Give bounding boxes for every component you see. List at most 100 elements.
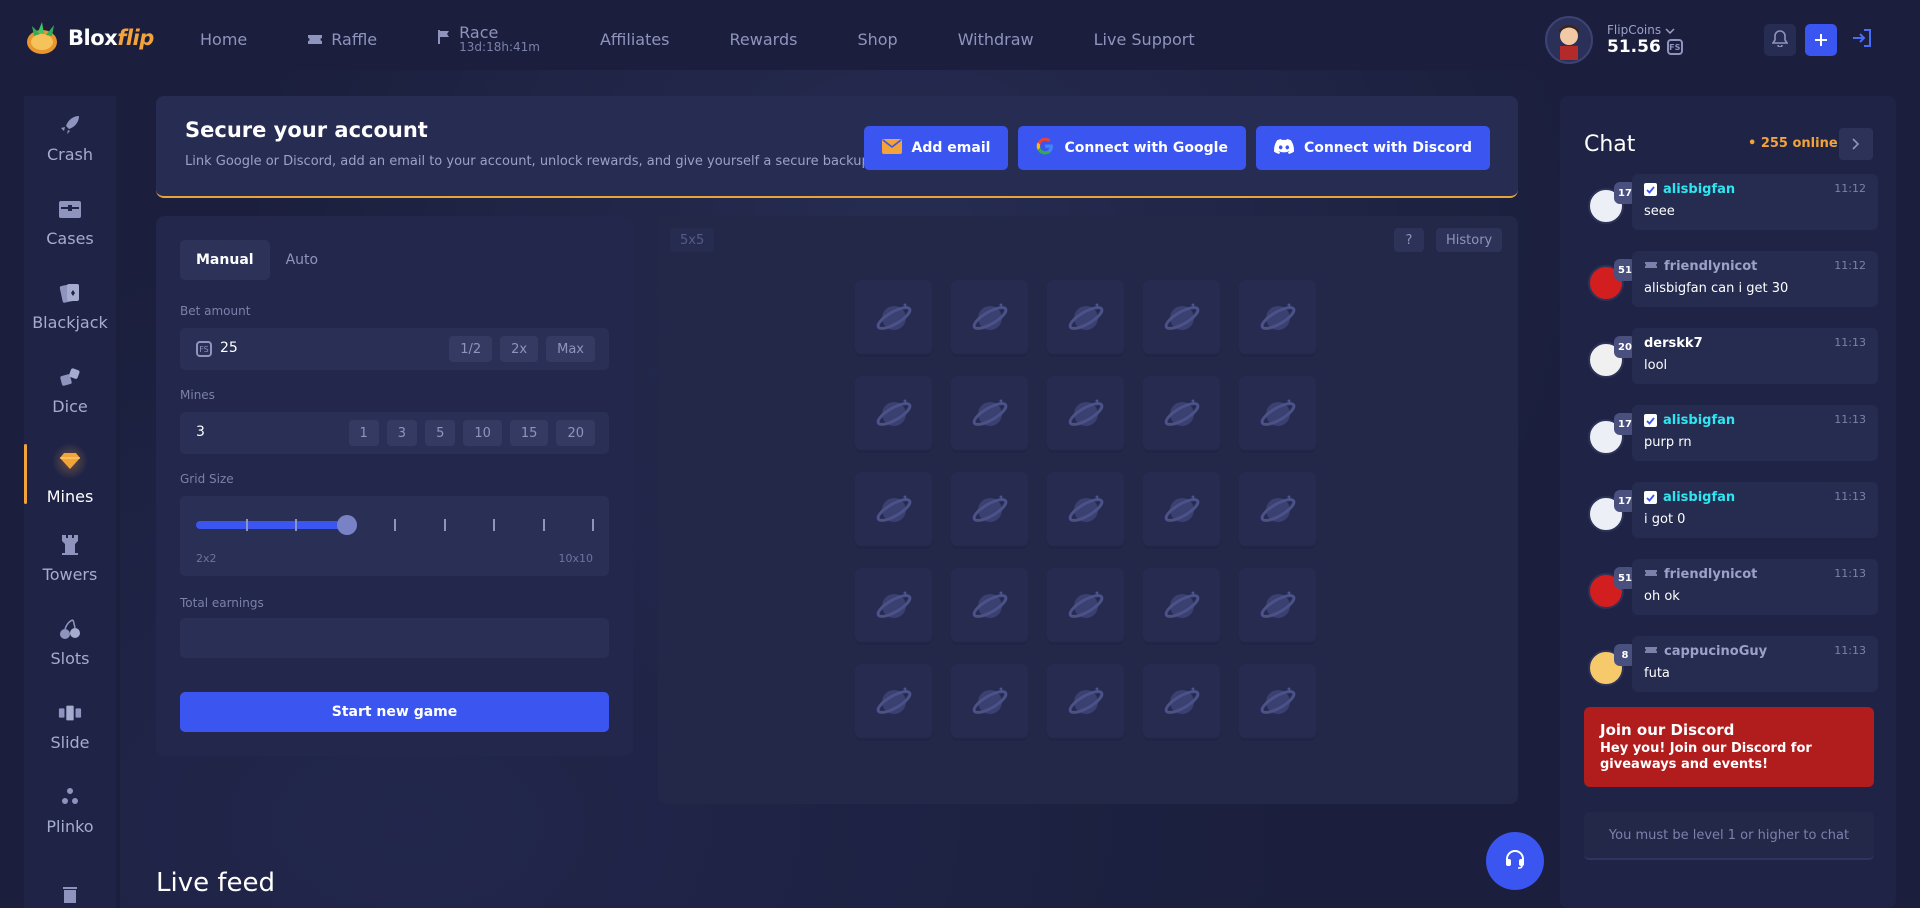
brand-logo[interactable]: Bloxflip: [24, 20, 154, 56]
mine-tile[interactable]: [951, 376, 1028, 453]
max-bet-button[interactable]: Max: [546, 336, 595, 362]
mines-option-15[interactable]: 15: [509, 420, 549, 446]
mine-tile[interactable]: [855, 376, 932, 453]
tab-auto[interactable]: Auto: [270, 240, 335, 280]
sidebar-item-blackjack[interactable]: Blackjack: [24, 264, 116, 348]
chat-time: 11:13: [1834, 644, 1866, 657]
chat-username[interactable]: alisbigfan: [1644, 490, 1735, 505]
logout-button[interactable]: [1846, 24, 1878, 56]
chat-username[interactable]: cappucinoGuy: [1644, 644, 1767, 659]
mine-tile[interactable]: [951, 664, 1028, 741]
slide-icon: [58, 701, 82, 725]
wallet-label[interactable]: FlipCoins: [1607, 23, 1683, 37]
sidebar-item-more[interactable]: [24, 852, 116, 908]
mine-tile[interactable]: [1239, 376, 1316, 453]
mine-tile[interactable]: [1047, 376, 1124, 453]
collapse-chat-button[interactable]: [1839, 128, 1873, 160]
user-avatar[interactable]: [1545, 16, 1593, 64]
nav-withdraw[interactable]: Withdraw: [958, 30, 1034, 49]
grid-size-slider[interactable]: [196, 515, 596, 535]
start-game-button[interactable]: Start new game: [180, 692, 609, 732]
cases-icon: [58, 197, 82, 221]
logo-icon: [24, 20, 64, 56]
games-sidebar: Crash Cases Blackjack Dice Mines Towers …: [24, 96, 116, 908]
mine-tile[interactable]: [1143, 664, 1220, 741]
chat-username[interactable]: derskk7: [1644, 336, 1703, 351]
rocket-icon: [58, 113, 82, 137]
nav-home[interactable]: Home: [200, 30, 247, 49]
sidebar-item-slide[interactable]: Slide: [24, 684, 116, 768]
chat-input[interactable]: You must be level 1 or higher to chat: [1584, 812, 1874, 860]
verified-icon: [1644, 491, 1657, 504]
mines-option-1[interactable]: 1: [348, 420, 379, 446]
mines-input[interactable]: 3: [196, 424, 205, 440]
mine-tile[interactable]: [951, 280, 1028, 357]
user-wallet[interactable]: FlipCoins 51.56 FS: [1545, 16, 1683, 64]
nav-raffle[interactable]: Raffle: [307, 30, 377, 49]
mine-tile[interactable]: [1239, 472, 1316, 549]
nav-rewards[interactable]: Rewards: [730, 30, 798, 49]
headset-icon: [1503, 847, 1527, 875]
sidebar-item-plinko[interactable]: Plinko: [24, 768, 116, 852]
planet-icon: [1066, 585, 1106, 629]
chat-message: 17 alisbigfan 11:12 seee: [1584, 174, 1878, 251]
notifications-button[interactable]: [1764, 24, 1796, 56]
support-button[interactable]: [1486, 832, 1544, 890]
add-email-button[interactable]: Add email: [863, 126, 1009, 170]
mine-tile[interactable]: [1143, 472, 1220, 549]
mine-tile[interactable]: [1047, 472, 1124, 549]
mines-field[interactable]: 3 1 3 5 10 15 20: [180, 412, 609, 454]
bet-amount-input[interactable]: 25: [220, 340, 238, 356]
nav-shop[interactable]: Shop: [857, 30, 897, 49]
half-bet-button[interactable]: 1/2: [449, 336, 493, 362]
nav-live-support[interactable]: Live Support: [1094, 30, 1195, 49]
sidebar-item-crash[interactable]: Crash: [24, 96, 116, 180]
connect-google-button[interactable]: Connect with Google: [1018, 126, 1246, 170]
mine-tile[interactable]: [951, 568, 1028, 645]
connect-discord-button[interactable]: Connect with Discord: [1255, 126, 1490, 170]
ticket-icon: [1644, 644, 1658, 659]
sidebar-item-cases[interactable]: Cases: [24, 180, 116, 264]
bet-amount-field[interactable]: FS 25 1/2 2x Max: [180, 328, 609, 370]
tab-manual[interactable]: Manual: [180, 240, 270, 280]
flipcoin-icon: FS: [1666, 39, 1683, 55]
chat-title: Chat: [1584, 132, 1636, 157]
mine-tile[interactable]: [855, 664, 932, 741]
sidebar-item-towers[interactable]: Towers: [24, 516, 116, 600]
mine-tile[interactable]: [951, 472, 1028, 549]
mine-tile[interactable]: [1047, 664, 1124, 741]
sidebar-item-dice[interactable]: Dice: [24, 348, 116, 432]
nav-affiliates[interactable]: Affiliates: [600, 30, 670, 49]
mine-tile[interactable]: [1143, 376, 1220, 453]
deposit-button[interactable]: [1805, 24, 1837, 56]
mines-option-3[interactable]: 3: [386, 420, 418, 446]
mine-tile[interactable]: [1239, 664, 1316, 741]
mine-tile[interactable]: [1143, 568, 1220, 645]
chat-username[interactable]: friendlynicot: [1644, 259, 1757, 274]
sidebar-item-slots[interactable]: Slots: [24, 600, 116, 684]
mine-tile[interactable]: [1239, 568, 1316, 645]
mines-option-10[interactable]: 10: [463, 420, 502, 446]
slider-handle[interactable]: [337, 515, 357, 535]
discord-promo[interactable]: Join our Discord Hey you! Join our Disco…: [1584, 707, 1874, 787]
planet-icon: [1258, 585, 1298, 629]
double-bet-button[interactable]: 2x: [500, 336, 539, 362]
planet-icon: [874, 489, 914, 533]
chat-username[interactable]: friendlynicot: [1644, 567, 1757, 582]
help-button[interactable]: ?: [1394, 228, 1424, 252]
mines-option-5[interactable]: 5: [425, 420, 456, 446]
planet-icon: [970, 681, 1010, 725]
mine-tile[interactable]: [1143, 280, 1220, 357]
nav-race[interactable]: Race 13d:18h:41m: [437, 24, 540, 55]
chat-username[interactable]: alisbigfan: [1644, 182, 1735, 197]
chat-username[interactable]: alisbigfan: [1644, 413, 1735, 428]
mine-tile[interactable]: [855, 472, 932, 549]
mine-tile[interactable]: [1239, 280, 1316, 357]
mine-tile[interactable]: [1047, 280, 1124, 357]
sidebar-item-mines[interactable]: Mines: [24, 432, 116, 516]
mine-tile[interactable]: [1047, 568, 1124, 645]
mine-tile[interactable]: [855, 568, 932, 645]
mines-option-20[interactable]: 20: [556, 420, 595, 446]
mine-tile[interactable]: [855, 280, 932, 357]
history-button[interactable]: History: [1436, 228, 1503, 252]
